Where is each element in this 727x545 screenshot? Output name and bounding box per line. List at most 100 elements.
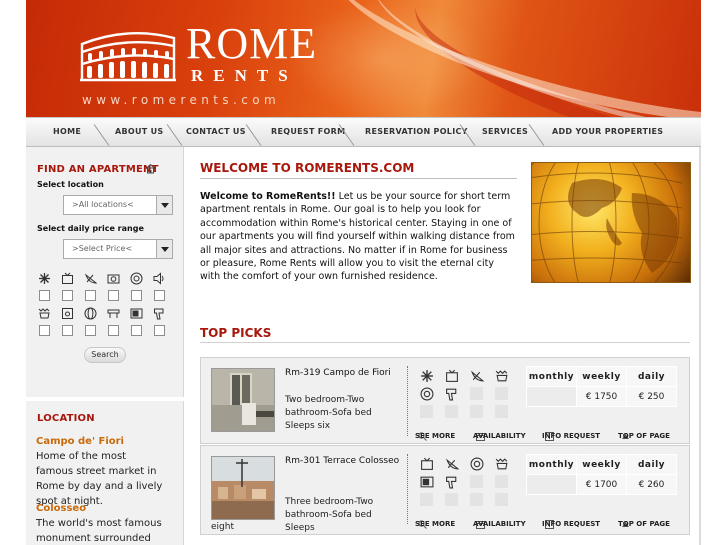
nav-services[interactable]: SERVICES bbox=[482, 118, 528, 146]
amenity-filter bbox=[153, 272, 167, 301]
globe-image bbox=[531, 162, 691, 283]
page-right-border bbox=[699, 147, 701, 545]
amenity-placeholder bbox=[495, 387, 508, 400]
listing-name[interactable]: Rm-301 Terrace Colosseo bbox=[285, 456, 399, 466]
chevron-down-icon[interactable] bbox=[156, 196, 172, 214]
price-range-label: Select daily price range bbox=[37, 224, 144, 233]
internet-checkbox[interactable] bbox=[85, 325, 96, 336]
listing-divider bbox=[407, 454, 408, 524]
listing-description: Two bedroom-Two bathroom-Sofa bed Sleeps… bbox=[285, 395, 372, 431]
info-request-link[interactable]: INFO REQUEST bbox=[542, 432, 600, 441]
hair-dryer-icon bbox=[446, 476, 457, 489]
price-header-monthly: monthly bbox=[526, 454, 577, 475]
select-location-label: Select location bbox=[37, 180, 104, 189]
microwave-icon bbox=[130, 308, 143, 319]
nav-about-us[interactable]: ABOUT US bbox=[115, 118, 164, 146]
nav-request-form[interactable]: REQUEST FORM bbox=[271, 118, 345, 146]
price-monthly bbox=[526, 474, 577, 495]
air-conditioning-checkbox[interactable] bbox=[39, 290, 50, 301]
top-of-page-label: TOP OF PAGE bbox=[618, 520, 670, 528]
air-conditioning-icon bbox=[421, 370, 433, 382]
colosseum-logo-icon bbox=[80, 32, 176, 82]
amenity-filter bbox=[130, 307, 144, 336]
price-daily: € 250 bbox=[626, 386, 677, 407]
availability-link[interactable]: AVAILABILITY bbox=[473, 520, 526, 529]
amenity-filter bbox=[84, 272, 98, 301]
nav-reservation-policy[interactable]: RESERVATION POLICY bbox=[365, 118, 468, 146]
amenity-filter bbox=[130, 272, 144, 301]
amenity-placeholder bbox=[495, 475, 508, 488]
listing-divider bbox=[407, 366, 408, 436]
location-description: The world's most famous monument surroun… bbox=[36, 518, 162, 544]
info-request-label: INFO REQUEST bbox=[542, 432, 601, 440]
info-request-link[interactable]: INFO REQUEST bbox=[542, 520, 600, 529]
logo-wordmark: ROME bbox=[186, 19, 318, 68]
price-select[interactable]: >Select Price< bbox=[63, 239, 173, 259]
bathtub-icon bbox=[495, 458, 508, 470]
top-of-page-link[interactable]: TOP OF PAGE bbox=[618, 520, 670, 529]
title-underline bbox=[200, 342, 690, 343]
amenity-filter bbox=[107, 307, 121, 336]
microwave-checkbox[interactable] bbox=[131, 325, 142, 336]
amenity-placeholder bbox=[420, 405, 433, 418]
amenity-filter bbox=[38, 272, 52, 301]
speaker-checkbox[interactable] bbox=[154, 290, 165, 301]
listing-photo[interactable] bbox=[211, 368, 275, 432]
welcome-paragraph: Welcome to RomeRents!! Let us be your so… bbox=[200, 190, 516, 284]
listing-description: Three bedroom-Two bathroom-Sofa bed Slee… bbox=[285, 497, 374, 533]
air-conditioning-icon bbox=[39, 273, 50, 284]
see-more-link[interactable]: SEE MORE bbox=[415, 432, 455, 441]
stove-checkbox[interactable] bbox=[108, 325, 119, 336]
availability-label: AVAILABILITY bbox=[473, 520, 526, 528]
satellite-dish-icon bbox=[470, 370, 484, 382]
dishwasher-checkbox[interactable] bbox=[108, 290, 119, 301]
home-icon[interactable] bbox=[145, 163, 156, 174]
listing-card: Rm-319 Campo de Fiori Two bedroom-Two ba… bbox=[200, 357, 690, 444]
amenity-placeholder bbox=[445, 405, 458, 418]
top-of-page-label: TOP OF PAGE bbox=[618, 432, 670, 440]
tv-icon bbox=[446, 369, 458, 382]
price-header-monthly: monthly bbox=[526, 366, 577, 387]
amenity-placeholder bbox=[470, 405, 483, 418]
location-select[interactable]: >All locations< bbox=[63, 195, 173, 215]
washing-machine-checkbox[interactable] bbox=[131, 290, 142, 301]
bathtub-checkbox[interactable] bbox=[39, 325, 50, 336]
price-weekly: € 1750 bbox=[576, 386, 627, 407]
listing-name[interactable]: Rm-319 Campo de Fiori bbox=[285, 368, 391, 378]
location-link-colosseo[interactable]: Colosseo bbox=[36, 503, 86, 514]
satellite-dish-icon bbox=[445, 458, 459, 470]
speaker-icon bbox=[153, 272, 164, 285]
welcome-body: Let us be your source for short term apa… bbox=[200, 191, 515, 283]
location-link-campo-de-fiori[interactable]: Campo de' Fiori bbox=[36, 436, 124, 447]
search-button[interactable]: Search bbox=[84, 347, 126, 363]
see-more-link[interactable]: SEE MORE bbox=[415, 520, 455, 529]
nav-add-your-properties[interactable]: ADD YOUR PROPERTIES bbox=[552, 118, 663, 146]
top-of-page-link[interactable]: TOP OF PAGE bbox=[618, 432, 670, 441]
see-more-label: SEE MORE bbox=[415, 432, 456, 440]
hair-dryer-checkbox[interactable] bbox=[154, 325, 165, 336]
availability-link[interactable]: AVAILABILITY bbox=[473, 432, 526, 441]
availability-label: AVAILABILITY bbox=[473, 432, 526, 440]
tv-checkbox[interactable] bbox=[62, 290, 73, 301]
nav-home[interactable]: HOME bbox=[53, 118, 81, 146]
main-nav: HOME ABOUT US CONTACT US REQUEST FORM RE… bbox=[26, 117, 701, 147]
oven-checkbox[interactable] bbox=[62, 325, 73, 336]
listing-photo[interactable] bbox=[211, 456, 275, 520]
tv-icon bbox=[421, 457, 433, 470]
satellite-checkbox[interactable] bbox=[85, 290, 96, 301]
chevron-down-icon[interactable] bbox=[156, 240, 172, 258]
washing-machine-icon bbox=[470, 457, 484, 471]
listing-card: Rm-301 Terrace Colosseo Three bedroom-Tw… bbox=[200, 445, 690, 535]
internet-icon bbox=[84, 307, 97, 320]
amenity-filter bbox=[153, 307, 167, 336]
logo-url: www.romerents.com bbox=[82, 93, 281, 107]
nav-contact-us[interactable]: CONTACT US bbox=[186, 118, 246, 146]
nav-separator bbox=[166, 124, 183, 146]
room-photo bbox=[212, 369, 274, 431]
location-description: Home of the most famous street market in… bbox=[36, 451, 163, 507]
amenity-filter bbox=[84, 307, 98, 336]
site-header: ROME RENTS www.romerents.com bbox=[26, 0, 701, 117]
bathtub-icon bbox=[38, 308, 50, 319]
hair-dryer-icon bbox=[446, 388, 457, 401]
price-select-value: >Select Price< bbox=[72, 244, 133, 253]
